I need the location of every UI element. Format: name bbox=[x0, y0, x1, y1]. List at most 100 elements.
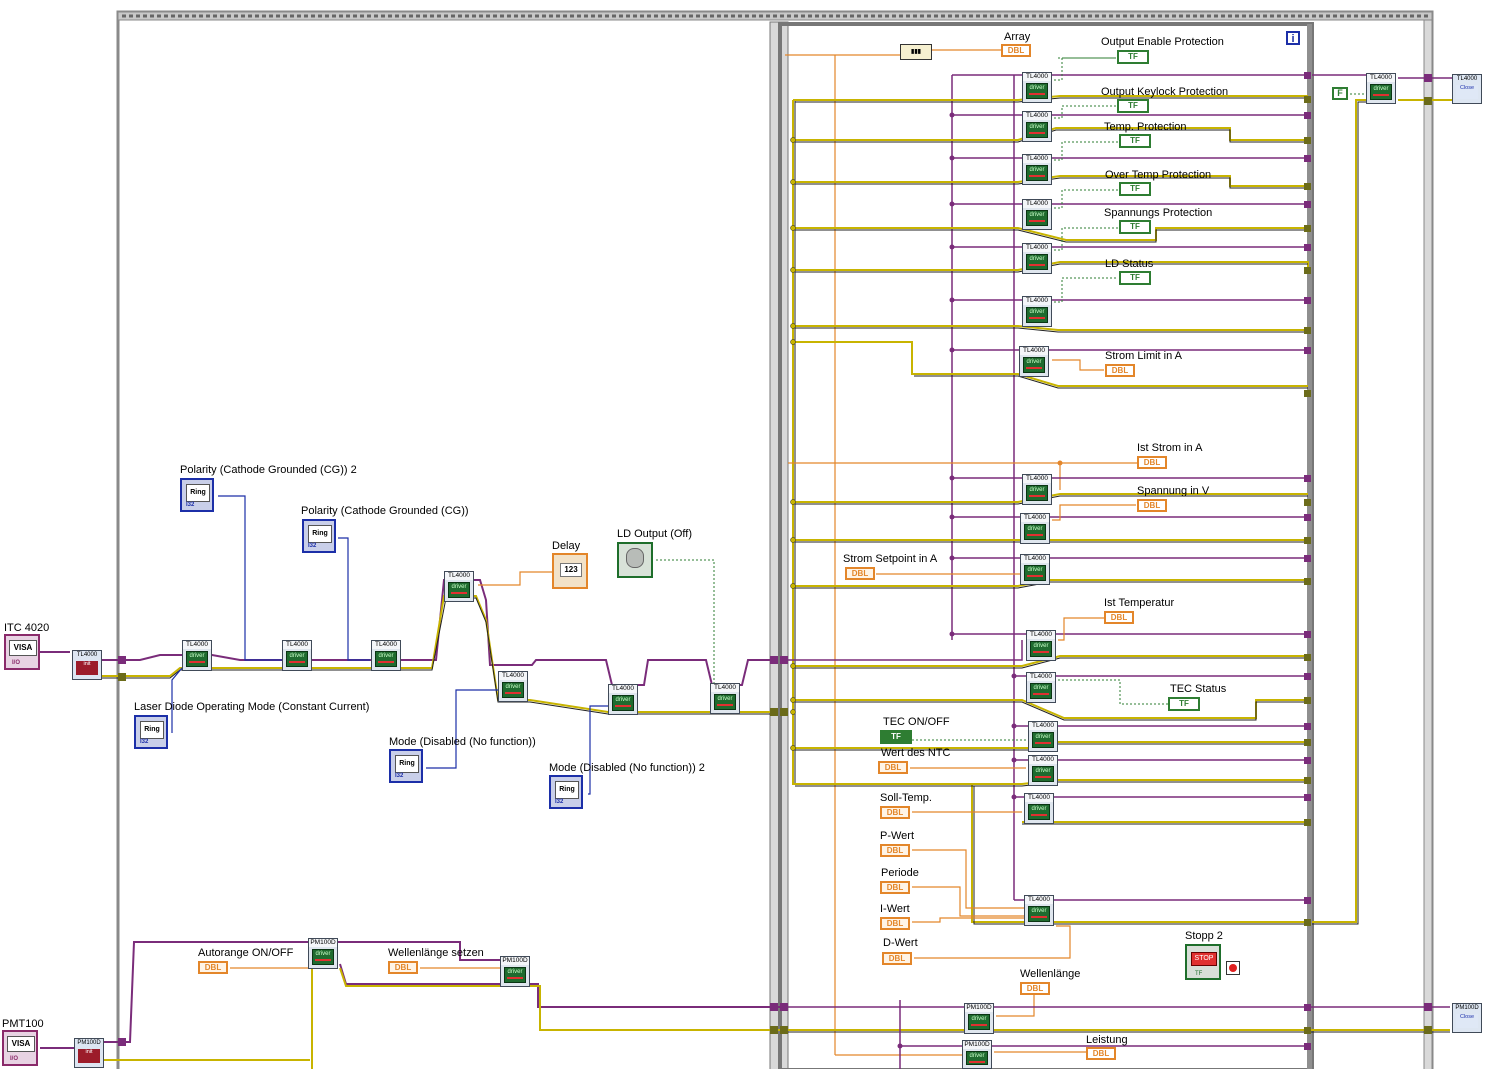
tl4000-loop-vi-9[interactable]: TL4000 driver bbox=[1020, 513, 1050, 544]
vi-driver: driver bbox=[1373, 86, 1389, 92]
tl4000-loop-vi-6[interactable]: TL4000 driver bbox=[1022, 296, 1052, 327]
vi-driver: driver bbox=[1031, 908, 1047, 914]
tl4000-after-loop-vi[interactable]: TL4000 driver bbox=[1366, 73, 1396, 104]
visa-resource-pmt[interactable]: VISA I/O bbox=[2, 1030, 38, 1066]
mode-disabled2-label: Mode (Disabled (No function)) 2 bbox=[549, 762, 705, 774]
tl4000-loop-vi-3[interactable]: TL4000 driver bbox=[1022, 154, 1052, 185]
tl4000-vi-1[interactable]: TL4000 driver bbox=[182, 640, 212, 671]
vi-title: TL4000 bbox=[1023, 297, 1051, 305]
vi-driver: driver bbox=[1029, 167, 1045, 173]
p-wert-control[interactable]: DBL bbox=[880, 844, 910, 857]
mode-disabled2-ring[interactable]: Ring I32 bbox=[549, 775, 583, 809]
stop-circle-icon bbox=[1229, 964, 1237, 972]
polarity-cg2-label: Polarity (Cathode Grounded (CG)) 2 bbox=[180, 464, 357, 476]
vi-title: TL4000 bbox=[183, 641, 211, 649]
wert-ntc-label: Wert des NTC bbox=[881, 747, 951, 759]
tl4000-loop-vi-10[interactable]: TL4000 driver bbox=[1020, 554, 1050, 585]
delay-indicator: 123 bbox=[552, 553, 588, 589]
pm100d-vi-1[interactable]: PM100D driver bbox=[308, 938, 338, 969]
vi-title: TL4000 bbox=[1456, 76, 1478, 82]
polarity-cg-ring[interactable]: Ring I32 bbox=[302, 519, 336, 553]
vi-driver: driver bbox=[1029, 212, 1045, 218]
leistung-label: Leistung bbox=[1086, 1034, 1128, 1046]
mode-disabled-ring[interactable]: Ring I32 bbox=[389, 749, 423, 783]
wellenlaenge-indicator: DBL bbox=[1020, 982, 1050, 995]
ring-type: I32 bbox=[395, 773, 404, 779]
vi-title: TL4000 bbox=[711, 684, 739, 692]
pm100d-initialize-vi[interactable]: PM100D init bbox=[74, 1038, 104, 1068]
build-array-node[interactable]: ▮▮▮ bbox=[900, 44, 932, 60]
tl4000-vi-3[interactable]: TL4000 driver bbox=[371, 640, 401, 671]
vi-title: TL4000 bbox=[1021, 514, 1049, 522]
tl4000-loop-vi-4[interactable]: TL4000 driver bbox=[1022, 199, 1052, 230]
vi-title: TL4000 bbox=[1021, 555, 1049, 563]
spannung-label: Spannung in V bbox=[1137, 485, 1210, 497]
ring-text: Ring bbox=[308, 525, 332, 543]
tl4000-loop-vi-16[interactable]: TL4000 driver bbox=[1024, 895, 1054, 926]
vi-title: PM100D bbox=[1455, 1005, 1479, 1011]
tl4000-initialize-vi[interactable]: TL4000 init bbox=[72, 650, 102, 680]
polarity-cg-label: Polarity (Cathode Grounded (CG)) bbox=[301, 505, 469, 517]
vi-title: PM100D bbox=[77, 1040, 101, 1046]
tl4000-loop-vi-1[interactable]: TL4000 driver bbox=[1022, 72, 1052, 103]
polarity-cg2-ring[interactable]: Ring I32 bbox=[180, 478, 214, 512]
pm100d-vi-2[interactable]: PM100D driver bbox=[500, 956, 530, 987]
i-wert-control[interactable]: DBL bbox=[880, 917, 910, 930]
ld-status-indicator: TF bbox=[1119, 271, 1151, 285]
spannungs-indicator: TF bbox=[1119, 220, 1151, 234]
soll-temp-control[interactable]: DBL bbox=[880, 806, 910, 819]
vi-driver: driver bbox=[505, 684, 521, 690]
tl4000-loop-vi-8[interactable]: TL4000 driver bbox=[1022, 474, 1052, 505]
delay-label: Delay bbox=[552, 540, 581, 552]
autorange-control[interactable]: DBL bbox=[198, 961, 228, 974]
strom-limit-label: Strom Limit in A bbox=[1105, 350, 1183, 362]
periode-control[interactable]: DBL bbox=[880, 881, 910, 894]
tl4000-loop-vi-15[interactable]: TL4000 driver bbox=[1024, 793, 1054, 824]
tl4000-vi-2[interactable]: TL4000 driver bbox=[282, 640, 312, 671]
vi-driver: driver bbox=[1026, 359, 1042, 365]
output-enable-indicator: TF bbox=[1117, 50, 1149, 64]
false-constant[interactable]: F bbox=[1332, 87, 1348, 100]
ring-type: I32 bbox=[186, 502, 195, 508]
vi-title: TL4000 bbox=[1025, 896, 1053, 904]
tl4000-vi-6[interactable]: TL4000 driver bbox=[608, 684, 638, 715]
leistung-indicator: DBL bbox=[1086, 1047, 1116, 1060]
tl4000-vi-5[interactable]: TL4000 driver bbox=[498, 671, 528, 702]
tl4000-close-vi[interactable]: TL4000 Close bbox=[1452, 74, 1482, 104]
loop-condition-terminal[interactable] bbox=[1226, 961, 1240, 975]
tl4000-loop-vi-13[interactable]: TL4000 driver bbox=[1028, 721, 1058, 752]
tl4000-loop-vi-5[interactable]: TL4000 driver bbox=[1022, 243, 1052, 274]
d-wert-control[interactable]: DBL bbox=[882, 952, 912, 965]
tl4000-loop-vi-12[interactable]: TL4000 driver bbox=[1026, 672, 1056, 703]
output-keylock-label: Output Keylock Protection bbox=[1101, 86, 1229, 98]
visa-resource-itc[interactable]: VISA I/O bbox=[4, 634, 40, 670]
pm100d-loop-vi-2[interactable]: PM100D driver bbox=[962, 1040, 992, 1069]
vi-title: TL4000 bbox=[372, 641, 400, 649]
wellenlaenge-setzen-control[interactable]: DBL bbox=[388, 961, 418, 974]
tec-onoff-control[interactable]: TF bbox=[880, 730, 912, 744]
ld-mode-label: Laser Diode Operating Mode (Constant Cur… bbox=[134, 701, 370, 713]
tl4000-loop-vi-11[interactable]: TL4000 driver bbox=[1026, 630, 1056, 661]
output-keylock-indicator: TF bbox=[1117, 99, 1149, 113]
vi-driver: driver bbox=[1029, 309, 1045, 315]
wert-ntc-control[interactable]: DBL bbox=[878, 761, 908, 774]
pm100d-close-vi[interactable]: PM100D Close bbox=[1452, 1003, 1482, 1033]
ld-mode-ring[interactable]: Ring I32 bbox=[134, 715, 168, 749]
vi-title: TL4000 bbox=[609, 685, 637, 693]
stopp2-button[interactable]: STOP TF bbox=[1185, 944, 1221, 980]
ld-output-switch[interactable] bbox=[617, 542, 653, 578]
pm100d-loop-vi-1[interactable]: PM100D driver bbox=[964, 1003, 994, 1034]
vi-title: PM100D bbox=[965, 1004, 993, 1012]
vi-title: TL4000 bbox=[1023, 73, 1051, 81]
tl4000-loop-vi-7[interactable]: TL4000 driver bbox=[1019, 346, 1049, 377]
tl4000-loop-vi-14[interactable]: TL4000 driver bbox=[1028, 755, 1058, 786]
ld-output-label: LD Output (Off) bbox=[617, 528, 692, 540]
strom-setpoint-control[interactable]: DBL bbox=[845, 567, 875, 580]
vi-title: TL4000 bbox=[1023, 475, 1051, 483]
tl4000-loop-vi-2[interactable]: TL4000 driver bbox=[1022, 111, 1052, 142]
ring-text: Ring bbox=[395, 755, 419, 773]
vi-driver: driver bbox=[969, 1053, 985, 1059]
tl4000-vi-4[interactable]: TL4000 driver bbox=[444, 571, 474, 602]
tl4000-vi-7[interactable]: TL4000 driver bbox=[710, 683, 740, 714]
ist-temperatur-indicator: DBL bbox=[1104, 611, 1134, 624]
